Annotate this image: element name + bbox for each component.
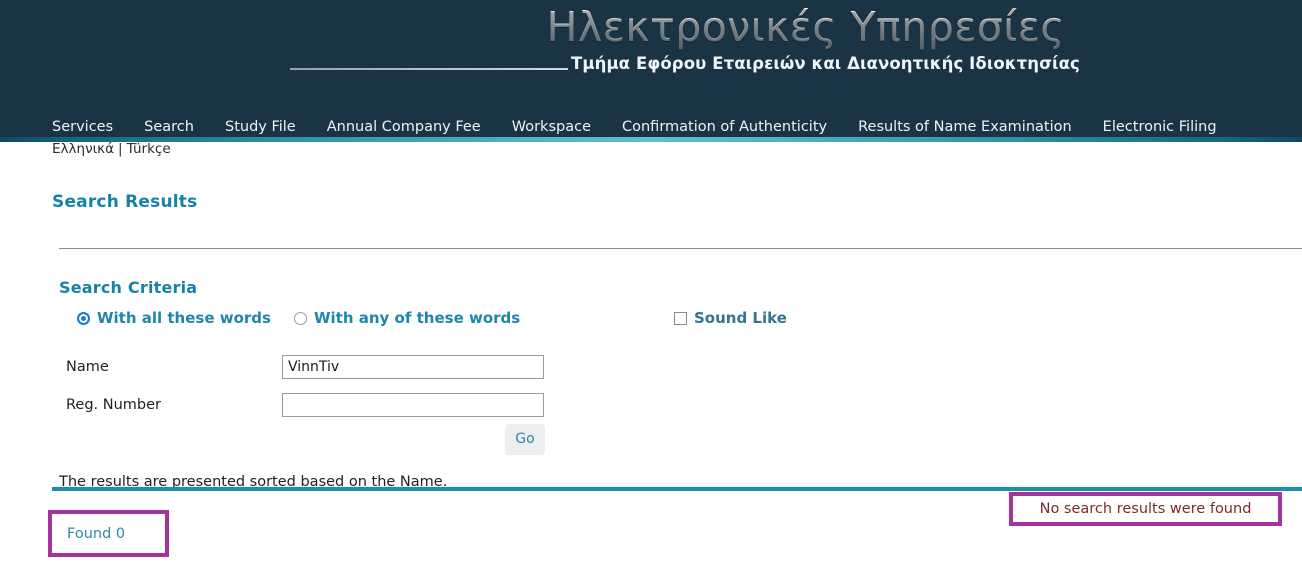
option-sound-like[interactable]: Sound Like xyxy=(674,309,787,327)
name-field-label: Name xyxy=(66,359,109,375)
site-header: Ηλεκτρονικές Υπηρεσίες Τμήμα Εφόρου Εται… xyxy=(0,0,1302,137)
option-label: Sound Like xyxy=(694,309,787,327)
no-results-highlight: No search results were found xyxy=(1009,492,1282,526)
search-criteria-heading: Search Criteria xyxy=(59,278,198,298)
page-title: Search Results xyxy=(52,192,198,213)
language-link-turkish[interactable]: Türkçe xyxy=(127,141,171,157)
nav-item-study-file[interactable]: Study File xyxy=(225,118,296,137)
option-with-all-these-words[interactable]: With all these words xyxy=(77,309,271,327)
nav-item-search[interactable]: Search xyxy=(144,118,194,137)
nav-item-confirmation-of-authenticity[interactable]: Confirmation of Authenticity xyxy=(622,118,827,137)
language-switcher: Ελληνικά | Türkçe xyxy=(52,141,171,157)
language-link-greek[interactable]: Ελληνικά xyxy=(52,141,114,157)
reg-number-field-label: Reg. Number xyxy=(66,397,162,413)
nav-accent-bar xyxy=(0,137,1302,142)
found-count-highlight: Found 0 xyxy=(48,510,169,557)
brand-block: Ηλεκτρονικές Υπηρεσίες Τμήμα Εφόρου Εται… xyxy=(0,0,1302,100)
reg-number-input[interactable] xyxy=(282,393,544,417)
language-separator: | xyxy=(118,141,123,157)
go-button[interactable]: Go xyxy=(505,424,545,455)
nav-item-results-of-name-examination[interactable]: Results of Name Examination xyxy=(858,118,1072,137)
option-label: With all these words xyxy=(97,309,271,327)
search-options-row: With all these words With any of these w… xyxy=(0,309,1302,333)
brand-title: Ηλεκτρονικές Υπηρεσίες xyxy=(0,3,1065,51)
option-with-any-of-these-words[interactable]: With any of these words xyxy=(294,309,520,327)
main-navigation: Services Search Study File Annual Compan… xyxy=(0,118,1302,137)
results-divider xyxy=(52,487,1302,491)
checkbox-unchecked-icon[interactable] xyxy=(674,311,687,325)
radio-unselected-icon[interactable] xyxy=(294,311,307,325)
brand-subtitle: Τμήμα Εφόρου Εταιρειών και Διανοητικής Ι… xyxy=(571,54,1080,73)
brand-divider-line xyxy=(290,68,568,70)
section-divider xyxy=(59,248,1302,249)
form-row-reg-number: Reg. Number xyxy=(0,393,1302,417)
found-count-text: Found 0 xyxy=(67,525,126,542)
radio-selected-icon[interactable] xyxy=(77,311,90,325)
name-input[interactable] xyxy=(282,355,544,379)
no-results-message: No search results were found xyxy=(1039,501,1252,517)
form-row-name: Name xyxy=(0,355,1302,379)
nav-item-electronic-filing[interactable]: Electronic Filing xyxy=(1103,118,1217,137)
nav-item-services[interactable]: Services xyxy=(52,118,113,137)
nav-item-workspace[interactable]: Workspace xyxy=(512,118,591,137)
option-label: With any of these words xyxy=(314,309,521,327)
nav-item-annual-company-fee[interactable]: Annual Company Fee xyxy=(327,118,481,137)
